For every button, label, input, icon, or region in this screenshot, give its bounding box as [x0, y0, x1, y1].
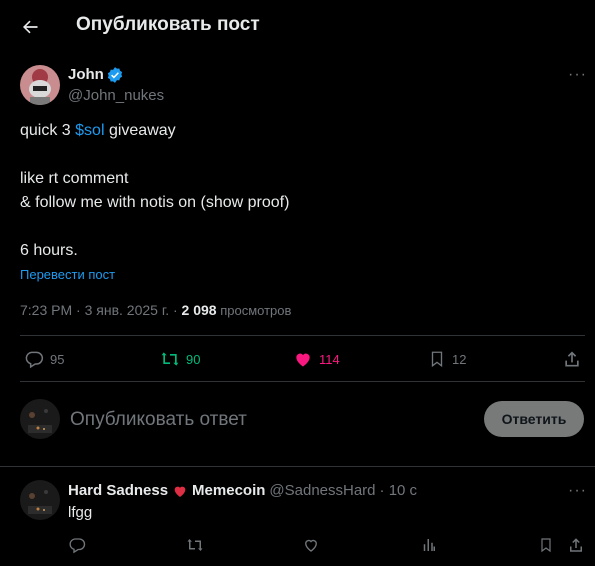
- reply-text: lfgg: [68, 504, 93, 521]
- bookmark-icon: [431, 351, 443, 368]
- reply-input[interactable]: Опубликовать ответ: [70, 409, 247, 431]
- reply-count: 95: [50, 351, 65, 367]
- translate-link[interactable]: Перевести пост: [20, 267, 115, 282]
- like-button[interactable]: 114: [293, 349, 340, 369]
- post-text-line3: & follow me with notis on (show proof): [20, 194, 290, 211]
- reply-author-name[interactable]: Hard Sadness: [68, 482, 168, 499]
- views-label: просмотров: [216, 303, 292, 318]
- divider: [20, 381, 585, 382]
- bookmark-count: 12: [452, 351, 467, 367]
- post-meta: 7:23 PM · 3 янв. 2025 г. · 2 098 просмот…: [20, 302, 291, 318]
- post-timestamp[interactable]: 7:23 PM · 3 янв. 2025 г. ·: [20, 302, 182, 318]
- share-icon[interactable]: [562, 349, 582, 369]
- reply-button[interactable]: 95: [24, 349, 64, 369]
- repost-icon: [161, 352, 179, 366]
- reply-icon: [25, 351, 44, 369]
- reply-reply-icon[interactable]: [68, 536, 86, 554]
- post-text: quick 3 $sol giveaway like rt comment & …: [20, 119, 580, 263]
- reply-heart-icon[interactable]: [302, 536, 320, 554]
- reply-share-icon[interactable]: [567, 536, 585, 554]
- author-avatar[interactable]: [20, 65, 60, 105]
- user-avatar[interactable]: [20, 399, 60, 439]
- reply-time[interactable]: · 10 с: [380, 482, 418, 499]
- repost-button[interactable]: 90: [160, 349, 200, 369]
- back-arrow-icon[interactable]: [20, 17, 40, 37]
- verified-badge-icon: [107, 67, 123, 83]
- reply-more-options-icon[interactable]: ···: [568, 482, 587, 500]
- reply-submit-button[interactable]: Ответить: [484, 401, 584, 437]
- heart-icon: [296, 353, 310, 367]
- author-handle[interactable]: @John_nukes: [68, 87, 164, 104]
- views-count: 2 098: [181, 302, 217, 318]
- author-name[interactable]: John: [68, 66, 104, 83]
- reply-header: Hard Sadness Memecoin @SadnessHard · 10 …: [68, 482, 417, 499]
- reply-author-handle[interactable]: @SadnessHard: [269, 482, 375, 499]
- post-text-line1: quick 3 $sol giveaway: [20, 122, 176, 139]
- bookmark-button[interactable]: 12: [428, 349, 466, 369]
- post-text-line2: like rt comment: [20, 170, 129, 187]
- like-count: 114: [319, 351, 340, 367]
- reply-views-icon[interactable]: [420, 536, 438, 554]
- reply-bookmark-icon[interactable]: [538, 536, 554, 554]
- cashtag-link[interactable]: $sol: [75, 122, 104, 139]
- reply-author-name-suffix[interactable]: Memecoin: [192, 482, 265, 499]
- divider: [0, 466, 595, 467]
- repost-count: 90: [186, 351, 201, 367]
- reply-repost-icon[interactable]: [186, 536, 204, 554]
- more-options-icon[interactable]: ···: [568, 66, 587, 84]
- divider: [20, 335, 585, 336]
- post-text-line4: 6 hours.: [20, 242, 78, 259]
- heart-emoji-icon: [174, 486, 186, 497]
- reply-author-avatar[interactable]: [20, 480, 60, 520]
- page-title: Опубликовать пост: [76, 14, 260, 35]
